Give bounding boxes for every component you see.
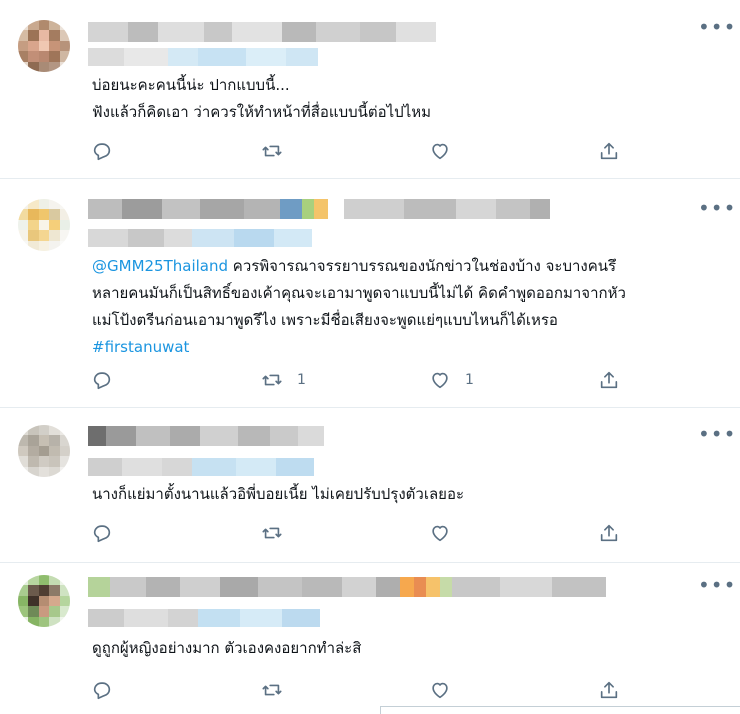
reply-icon (93, 525, 111, 543)
mention-link[interactable]: @GMM25Thailand (92, 257, 228, 275)
tweet-text: ควรพิจารณาจรรยาบรรณของนักข่าวในช่องบ้าง … (228, 257, 617, 275)
more-icon[interactable]: ••• (698, 17, 736, 37)
tweet-actions (0, 678, 740, 702)
share-button[interactable] (598, 521, 620, 545)
retweet-icon (262, 145, 282, 157)
tweet-actions (0, 521, 740, 545)
retweet-icon (262, 527, 282, 539)
avatar[interactable] (18, 575, 70, 627)
tweet-text-line: หลายคนมันก็เป็นสิทธิ์ของเค้าคุณจะเอามาพู… (92, 284, 626, 302)
retweet-icon (262, 374, 282, 386)
tweet-text-line: @GMM25Thailand ควรพิจารณาจรรยาบรรณของนัก… (92, 253, 616, 280)
reply-button[interactable] (91, 139, 113, 163)
share-icon (600, 142, 618, 160)
user-name-blurred[interactable] (88, 577, 606, 597)
reply-button[interactable] (91, 678, 113, 702)
user-handle-blurred[interactable] (88, 229, 312, 247)
user-handle-blurred[interactable] (88, 609, 320, 627)
more-icon[interactable]: ••• (698, 198, 736, 218)
avatar[interactable] (18, 20, 70, 72)
like-count: 1 (465, 372, 474, 388)
tweet[interactable]: ••• นางก็แย่มาตั้งนานแล้วอิพี่บอยเนี้ย ไ… (0, 408, 740, 562)
reply-button[interactable] (91, 521, 113, 545)
tweet-text-line: ดูถูกผู้หญิงอย่างมาก ตัวเองคงอยากทำล่ะสิ (92, 639, 362, 657)
share-button[interactable] (598, 678, 620, 702)
retweet-button[interactable] (261, 139, 297, 163)
more-icon[interactable]: ••• (698, 575, 736, 595)
hashtag-link[interactable]: #firstanuwat (92, 334, 189, 361)
retweet-icon (262, 684, 282, 696)
retweet-count: 1 (297, 372, 306, 388)
like-button[interactable]: 1 (429, 368, 474, 392)
like-icon (432, 372, 448, 389)
user-handle-blurred[interactable] (88, 458, 314, 476)
share-button[interactable] (598, 368, 620, 392)
avatar[interactable] (18, 425, 70, 477)
user-name-blurred[interactable] (88, 22, 436, 42)
reply-icon (93, 143, 111, 161)
share-button[interactable] (598, 139, 620, 163)
tweet-actions (0, 139, 740, 163)
tweet-text-line: แม่โป้งตรีนก่อนเอามาพูดรึไง เพราะมีชื่อเ… (92, 311, 558, 329)
share-icon (600, 524, 618, 542)
like-button[interactable] (429, 678, 465, 702)
share-icon (600, 371, 618, 389)
share-icon (600, 681, 618, 699)
avatar[interactable] (18, 199, 70, 251)
like-icon (432, 525, 448, 542)
like-button[interactable] (429, 521, 465, 545)
like-icon (432, 143, 448, 160)
retweet-button[interactable]: 1 (261, 368, 306, 392)
retweet-button[interactable] (261, 678, 297, 702)
retweet-button[interactable] (261, 521, 297, 545)
tweet-text-line: บ่อยนะคะคนนี้น่ะ ปากแบบนี้... (92, 76, 290, 94)
tweet-text-line: ฟังแล้วก็คิดเอา ว่าควรให้ทำหน้าที่สื่อแบ… (92, 103, 432, 121)
tweet[interactable]: ••• ดูถูกผู้หญิงอย่างมาก ตัวเองคงอยากทำล… (0, 563, 740, 713)
user-handle-blurred[interactable] (88, 48, 318, 66)
reply-button[interactable] (91, 368, 113, 392)
like-icon (432, 682, 448, 699)
user-name-blurred[interactable] (88, 426, 324, 446)
tweet-text-line: นางก็แย่มาตั้งนานแล้วอิพี่บอยเนี้ย ไม่เค… (92, 485, 465, 503)
like-button[interactable] (429, 139, 465, 163)
tweet[interactable]: ••• @GMM25Thailand ควรพิจารณาจรรยาบรรณขอ… (0, 179, 740, 407)
user-name-blurred[interactable] (88, 199, 550, 219)
reply-icon (93, 372, 111, 390)
tweet-actions: 1 1 (0, 368, 740, 392)
reply-icon (93, 682, 111, 700)
more-icon[interactable]: ••• (698, 424, 736, 444)
tweet[interactable]: ••• บ่อยนะคะคนนี้น่ะ ปากแบบนี้... ฟังแล้… (0, 0, 740, 178)
